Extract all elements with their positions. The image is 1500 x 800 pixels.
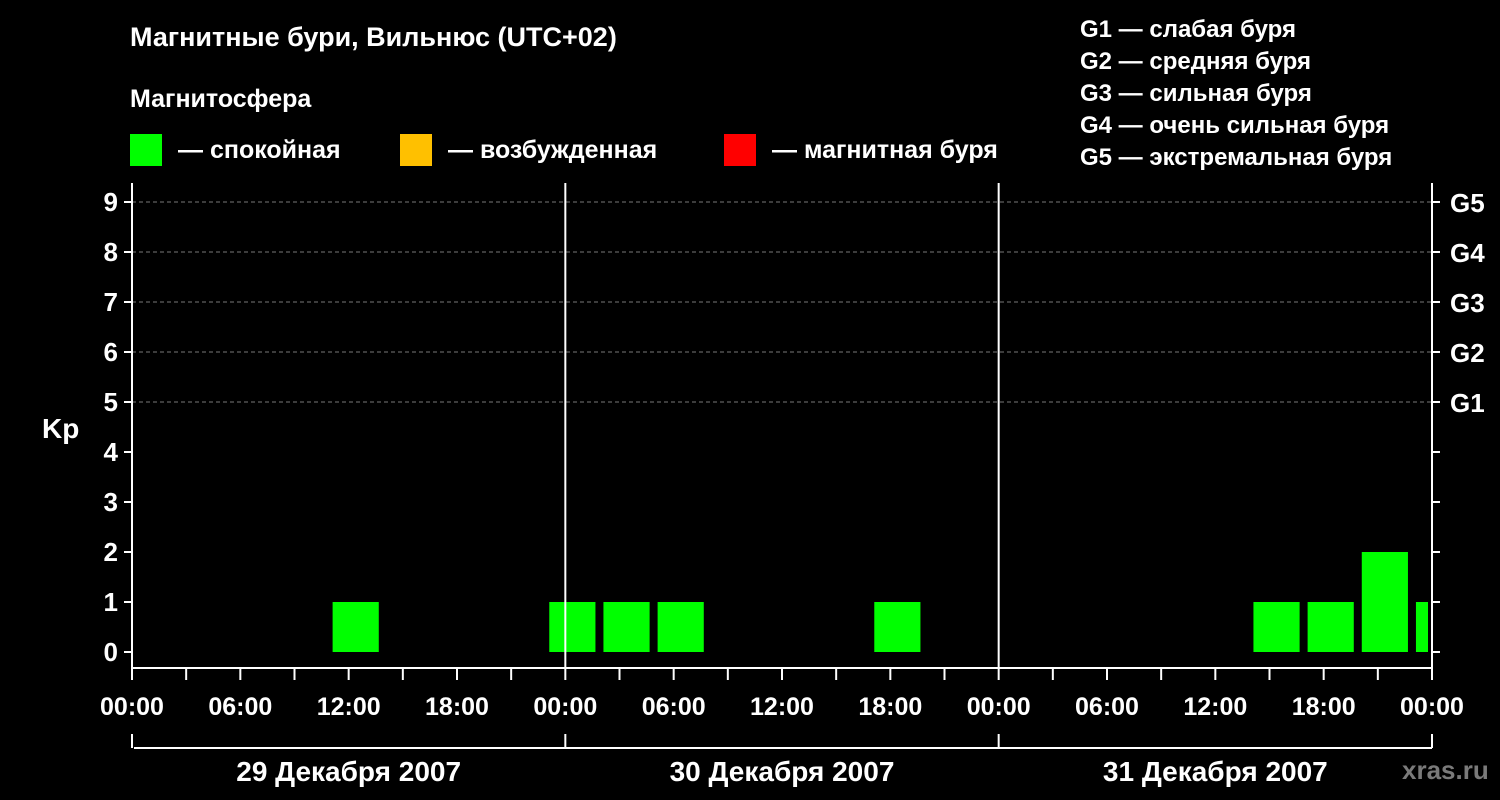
x-tick-label: 18:00 bbox=[858, 693, 922, 721]
g-level-label: G2 bbox=[1450, 338, 1485, 368]
kp-bar bbox=[874, 602, 921, 652]
kp-chart: 0 1 2 3 4 5 6 7 8 9 G1 G2 G3 G4 G5 Kp 00:00 06:00 12:00 18:… bbox=[42, 183, 1485, 787]
y-tick-label: 5 bbox=[104, 387, 118, 417]
y-tick-label: 3 bbox=[104, 487, 118, 517]
watermark: xras.ru bbox=[1402, 755, 1489, 785]
y-tick-label: 7 bbox=[104, 287, 118, 317]
x-tick-label: 06:00 bbox=[642, 693, 706, 721]
x-tick-label: 06:00 bbox=[1075, 693, 1139, 721]
y-tick-label: 9 bbox=[104, 187, 118, 217]
kp-bar bbox=[1415, 602, 1428, 652]
x-tick-label: 12:00 bbox=[1183, 693, 1247, 721]
x-tick-label: 00:00 bbox=[100, 693, 164, 721]
x-tick-label: 06:00 bbox=[208, 693, 272, 721]
kp-bar bbox=[657, 602, 704, 652]
x-tick-label: 18:00 bbox=[425, 693, 489, 721]
kp-bar bbox=[1307, 602, 1354, 652]
y-tick-label: 8 bbox=[104, 237, 118, 267]
y-tick-label: 4 bbox=[104, 437, 119, 467]
x-tick-label: 00:00 bbox=[533, 693, 597, 721]
y-tick-label: 2 bbox=[104, 537, 118, 567]
y-tick-label: 1 bbox=[104, 587, 118, 617]
x-tick-label: 12:00 bbox=[750, 693, 814, 721]
kp-bar bbox=[332, 602, 379, 652]
day-label: 29 Декабря 2007 bbox=[236, 756, 461, 787]
kp-bar bbox=[603, 602, 650, 652]
g-level-label: G3 bbox=[1450, 288, 1485, 318]
y-tick-label: 6 bbox=[104, 337, 118, 367]
day-label: 30 Декабря 2007 bbox=[670, 756, 895, 787]
kp-bar bbox=[1361, 552, 1408, 652]
kp-bar bbox=[549, 602, 596, 652]
x-tick-label: 00:00 bbox=[967, 693, 1031, 721]
g-level-label: G5 bbox=[1450, 188, 1485, 218]
y-axis-label: Kp bbox=[42, 413, 79, 444]
day-label: 31 Декабря 2007 bbox=[1103, 756, 1328, 787]
y-tick-label: 0 bbox=[104, 637, 118, 667]
g-level-label: G1 bbox=[1450, 388, 1485, 418]
g-level-label: G4 bbox=[1450, 238, 1485, 268]
kp-bar bbox=[1253, 602, 1300, 652]
x-tick-label: 12:00 bbox=[317, 693, 381, 721]
x-tick-label: 00:00 bbox=[1400, 693, 1464, 721]
x-tick-label: 18:00 bbox=[1292, 693, 1356, 721]
